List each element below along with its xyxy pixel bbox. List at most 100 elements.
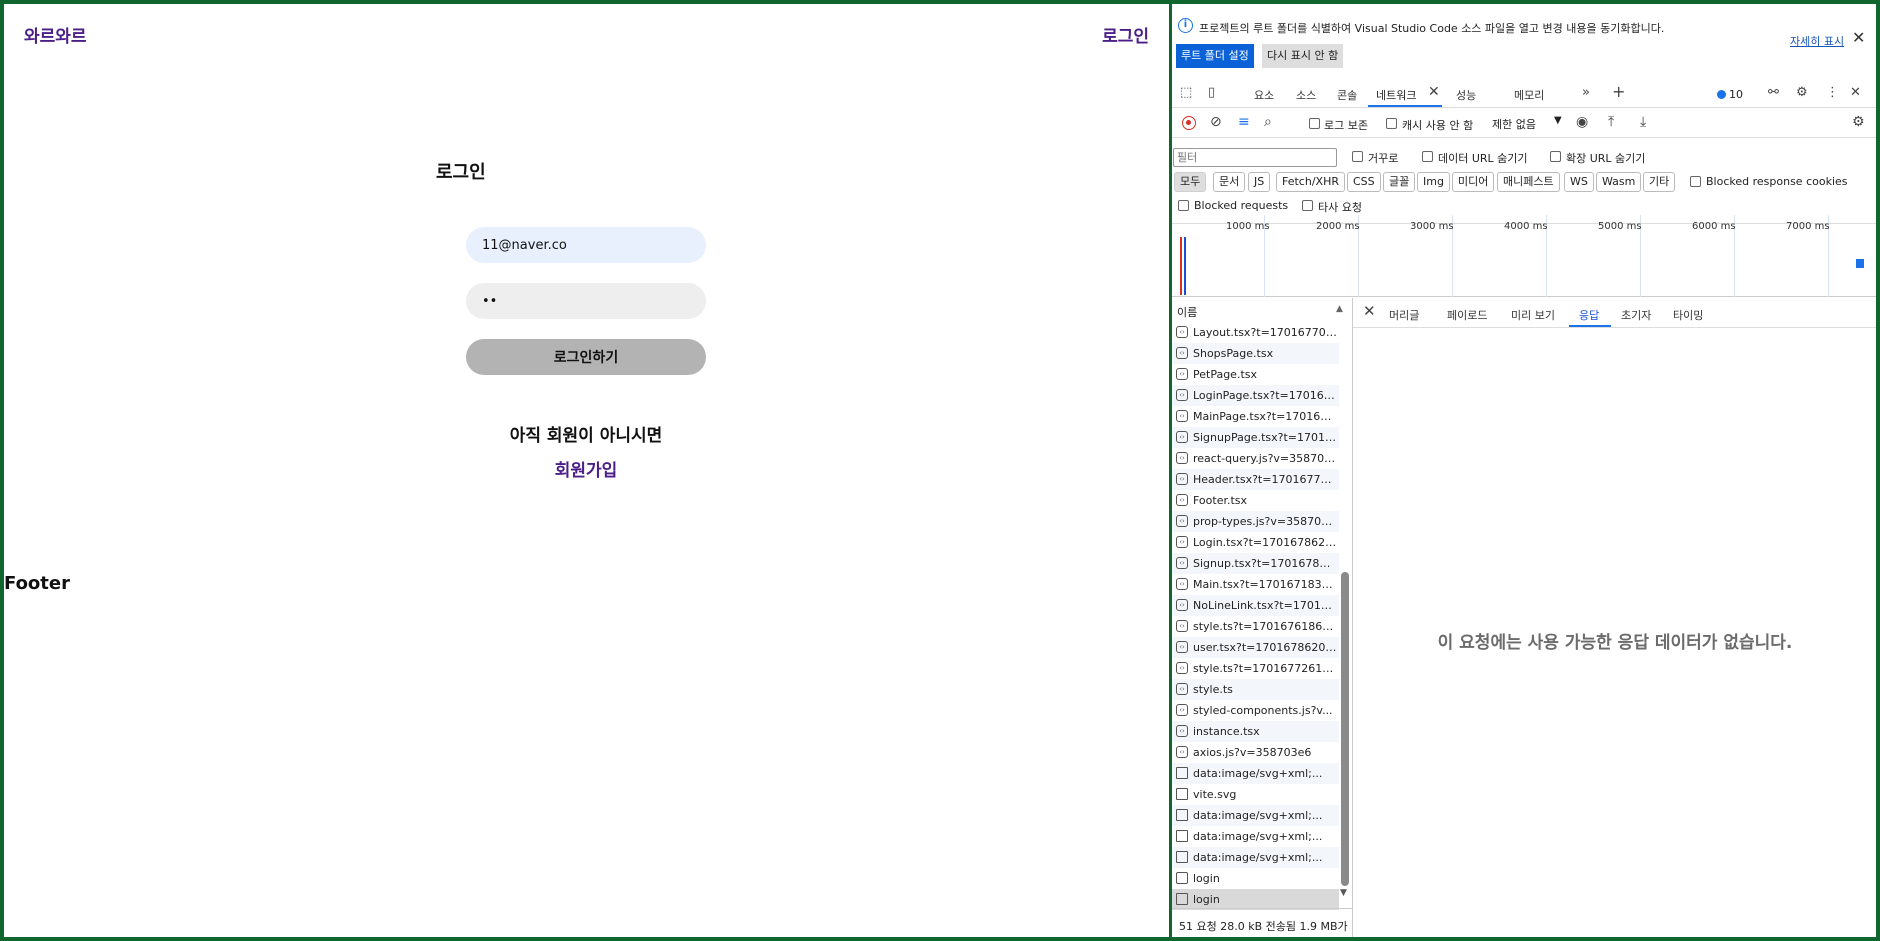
request-row[interactable]: ‹› react-query.js?v=358703... [1172,448,1339,469]
type-filter-wasm[interactable]: Wasm [1596,172,1642,192]
add-tab-icon[interactable]: + [1612,82,1625,101]
blocked-cookies-checkbox[interactable] [1690,176,1701,187]
request-row[interactable]: ‹› Main.tsx?t=1701671832... [1172,574,1339,595]
tab-response[interactable]: 응답 [1579,307,1599,323]
request-row[interactable]: ‹› style.ts?t=1701676186087 [1172,616,1339,637]
device-toolbar-icon[interactable]: ▯ [1208,85,1215,100]
tab-headers[interactable]: 머리글 [1389,307,1419,323]
request-row[interactable]: data:image/svg+xml;... [1172,826,1339,847]
preserve-log-checkbox[interactable] [1309,118,1320,129]
connection-icon[interactable]: ⚯ [1768,85,1779,100]
header-login-link[interactable]: 로그인 [1102,22,1149,47]
dont-show-again-button[interactable]: 다시 표시 안 함 [1262,44,1344,68]
scroll-down-icon[interactable]: ▼ [1340,888,1347,898]
request-row[interactable]: ‹› Layout.tsx?t=170167708... [1172,322,1339,343]
disable-cache-checkbox[interactable] [1386,118,1397,129]
type-filter-all[interactable]: 모두 [1174,172,1207,192]
inspect-element-icon[interactable]: ⬚ [1180,85,1192,100]
set-root-folder-button[interactable]: 루트 폴더 설정 [1176,44,1254,68]
more-options-icon[interactable]: ⋮ [1826,85,1839,100]
request-row[interactable]: ‹› style.ts?t=1701677261263 [1172,658,1339,679]
invert-checkbox[interactable] [1352,151,1363,162]
request-row[interactable]: vite.svg [1172,784,1339,805]
name-column-header[interactable]: 이름 [1172,298,1352,322]
type-filter-manifest[interactable]: 매니페스트 [1497,172,1560,192]
request-row[interactable]: ‹› user.tsx?t=17016786202... [1172,637,1339,658]
password-field[interactable] [466,283,706,319]
request-row[interactable]: ‹› prop-types.js?v=358703e6 [1172,511,1339,532]
type-filter-js[interactable]: JS [1248,172,1271,192]
gear-icon[interactable]: ⚙ [1796,85,1808,100]
more-tabs-icon[interactable]: » [1582,85,1590,100]
login-submit-button[interactable]: 로그인하기 [466,339,706,375]
filter-input[interactable] [1173,148,1337,167]
close-devtools-icon[interactable]: ✕ [1850,85,1861,100]
request-row[interactable]: ‹› PetPage.tsx [1172,364,1339,385]
network-overview-timeline[interactable]: 1000 ms 2000 ms 3000 ms 4000 ms 5000 ms … [1172,215,1876,297]
network-status-bar: 51 요청 28.0 kB 전송됨 1.9 MB가 [1172,908,1352,937]
third-party-checkbox[interactable] [1302,200,1313,211]
request-row[interactable]: data:image/svg+xml;... [1172,805,1339,826]
close-detail-icon[interactable]: ✕ [1363,302,1376,320]
export-har-icon[interactable]: ⤓ [1640,114,1646,130]
request-row[interactable]: ‹› LoginPage.tsx?t=170167... [1172,385,1339,406]
search-icon[interactable]: ⌕ [1264,114,1272,130]
hide-data-urls-checkbox[interactable] [1422,151,1433,162]
tab-network[interactable]: 네트워크 [1376,87,1416,103]
tab-elements[interactable]: 요소 [1254,87,1274,103]
request-row[interactable]: ‹› instance.tsx [1172,721,1339,742]
type-filter-css[interactable]: CSS [1347,172,1381,192]
network-conditions-icon[interactable]: ◉ [1576,114,1588,130]
request-row[interactable]: ‹› NoLineLink.tsx?t=17016... [1172,595,1339,616]
type-filter-doc[interactable]: 문서 [1213,172,1246,192]
close-icon[interactable]: ✕ [1852,28,1865,47]
banner-learn-more-link[interactable]: 자세히 표시 [1790,33,1844,49]
request-row[interactable]: ‹› MainPage.tsx?t=170167... [1172,406,1339,427]
type-filter-img[interactable]: Img [1417,172,1450,192]
request-list-scrollbar[interactable] [1341,572,1349,886]
record-icon[interactable] [1182,116,1196,130]
script-file-icon: ‹› [1176,578,1188,590]
request-row[interactable]: ‹› style.ts [1172,679,1339,700]
chevron-down-icon[interactable]: ▼ [1554,115,1562,126]
close-tab-icon[interactable]: ✕ [1428,84,1440,100]
network-settings-gear-icon[interactable]: ⚙ [1852,114,1865,130]
hide-extension-urls-checkbox[interactable] [1550,151,1561,162]
email-field[interactable] [466,227,706,263]
request-row[interactable]: data:image/svg+xml;... [1172,763,1339,784]
request-row[interactable]: ‹› Signup.tsx?t=170167862... [1172,553,1339,574]
request-name: vite.svg [1193,788,1237,801]
tab-payload[interactable]: 페이로드 [1447,307,1487,323]
request-row[interactable]: ‹› ShopsPage.tsx [1172,343,1339,364]
request-row[interactable]: login [1172,868,1339,889]
tab-initiator[interactable]: 초기자 [1621,307,1651,323]
request-row[interactable]: ‹› Footer.tsx [1172,490,1339,511]
type-filter-fetch-xhr[interactable]: Fetch/XHR [1276,172,1345,192]
tab-preview[interactable]: 미리 보기 [1511,307,1555,323]
tab-sources[interactable]: 소스 [1296,87,1316,103]
tab-performance[interactable]: 성능 [1456,87,1476,103]
throttling-select[interactable]: 제한 없음 [1492,116,1536,132]
issues-badge[interactable]: 10 [1717,88,1743,101]
import-har-icon[interactable]: ⤒ [1608,114,1614,130]
request-row[interactable]: ‹› Header.tsx?t=17016770... [1172,469,1339,490]
request-row[interactable]: ‹› axios.js?v=358703e6 [1172,742,1339,763]
type-filter-ws[interactable]: WS [1564,172,1594,192]
site-logo[interactable]: 와르와르 [24,22,87,47]
request-row[interactable]: login [1172,889,1339,910]
request-row[interactable]: ‹› Login.tsx?t=1701678620... [1172,532,1339,553]
clear-icon[interactable]: ⊘ [1210,114,1222,130]
request-row[interactable]: ‹› styled-components.js?v... [1172,700,1339,721]
request-row[interactable]: data:image/svg+xml;... [1172,847,1339,868]
type-filter-media[interactable]: 미디어 [1452,172,1495,192]
tab-timing[interactable]: 타이밍 [1673,307,1703,323]
sort-asc-icon[interactable]: ▲ [1336,304,1343,314]
tab-memory[interactable]: 메모리 [1514,87,1544,103]
type-filter-other[interactable]: 기타 [1643,172,1676,192]
blocked-requests-checkbox[interactable] [1178,200,1189,211]
filter-icon[interactable]: ≡ [1238,114,1250,130]
tab-console[interactable]: 콘솔 [1337,87,1357,103]
signup-link[interactable]: 회원가입 [466,456,706,481]
type-filter-font[interactable]: 글꼴 [1383,172,1416,192]
request-row[interactable]: ‹› SignupPage.tsx?t=17016... [1172,427,1339,448]
